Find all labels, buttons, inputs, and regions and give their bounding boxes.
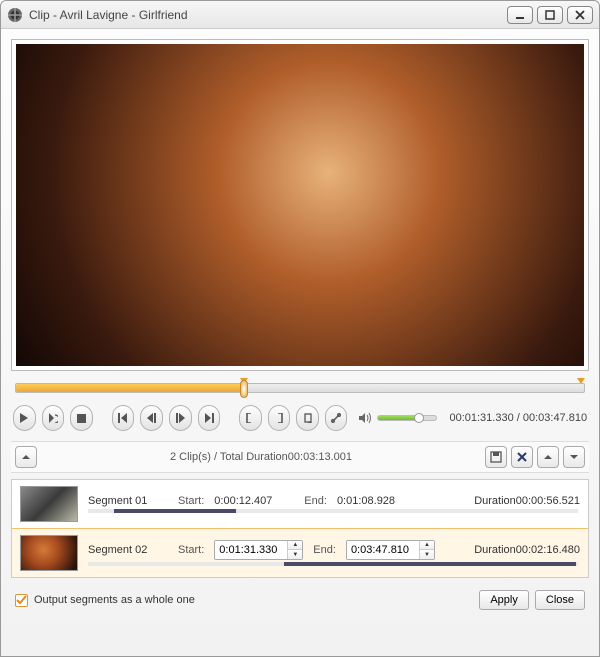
step-forward-button[interactable]	[169, 405, 192, 431]
stop-button[interactable]	[70, 405, 93, 431]
next-button[interactable]	[198, 405, 221, 431]
segment-thumbnail	[20, 535, 78, 571]
scrubber-track[interactable]	[15, 383, 585, 393]
segment-thumbnail	[20, 486, 78, 522]
replay-button[interactable]	[42, 405, 65, 431]
segment-name: Segment 01	[88, 495, 168, 507]
time-spinner[interactable]: ▲▼	[214, 540, 303, 560]
mark-out-indicator[interactable]	[577, 378, 585, 384]
end-label: End:	[304, 495, 327, 507]
collapse-button[interactable]	[15, 446, 37, 468]
window-controls	[507, 6, 593, 24]
prev-button[interactable]	[112, 405, 135, 431]
duration-value: Duration00:00:56.521	[474, 495, 580, 507]
time-input[interactable]	[215, 541, 287, 559]
step-back-button[interactable]	[140, 405, 163, 431]
time-value: 0:00:12.407	[214, 495, 294, 507]
play-button[interactable]	[13, 405, 36, 431]
time-value: 0:01:08.928	[337, 495, 417, 507]
volume-slider[interactable]	[377, 415, 437, 421]
video-placeholder-icon	[16, 44, 584, 366]
bracket-in-button[interactable]	[239, 405, 262, 431]
save-segments-button[interactable]	[485, 446, 507, 468]
segments-list: Segment 01 Start: 0:00:12.407 End: 0:01:08.9…	[11, 479, 589, 578]
playhead[interactable]	[240, 380, 248, 398]
spin-down-icon[interactable]: ▼	[288, 550, 302, 559]
bracket-out-button[interactable]	[268, 405, 291, 431]
maximize-button[interactable]	[537, 6, 563, 24]
start-label: Start:	[178, 544, 204, 556]
summary-text: 2 Clip(s) / Total Duration00:03:13.001	[41, 451, 481, 463]
volume-fill	[378, 416, 419, 420]
clip-window: Clip - Avril Lavigne - Girlfriend	[0, 0, 600, 657]
apply-button[interactable]: Apply	[479, 590, 529, 610]
app-icon	[7, 7, 23, 23]
scrubber-container	[11, 377, 589, 395]
segment-name: Segment 02	[88, 544, 168, 556]
window-title: Clip - Avril Lavigne - Girlfriend	[29, 8, 507, 22]
delete-segment-button[interactable]	[511, 446, 533, 468]
time-input[interactable]	[347, 541, 419, 559]
speaker-icon[interactable]	[359, 412, 373, 424]
volume-control	[359, 412, 437, 424]
cut-button[interactable]	[325, 405, 348, 431]
close-footer-button[interactable]: Close	[535, 590, 585, 610]
segment-row[interactable]: Segment 01 Start: 0:00:12.407 End: 0:01:08.9…	[12, 480, 588, 529]
time-spinner[interactable]: ▲▼	[346, 540, 435, 560]
summary-row: 2 Clip(s) / Total Duration00:03:13.001	[11, 441, 589, 473]
volume-thumb[interactable]	[414, 413, 424, 423]
video-frame	[11, 39, 589, 371]
segment-progress	[88, 562, 578, 566]
content-area: 00:01:31.330 / 00:03:47.810 2 Clip(s) / …	[1, 29, 599, 656]
close-button[interactable]	[567, 6, 593, 24]
add-segment-button[interactable]	[296, 405, 319, 431]
footer: Output segments as a whole one Apply Clo…	[11, 584, 589, 614]
minimize-button[interactable]	[507, 6, 533, 24]
output-whole-checkbox[interactable]	[15, 594, 28, 607]
output-whole-label: Output segments as a whole one	[34, 594, 195, 606]
move-down-button[interactable]	[563, 446, 585, 468]
move-up-button[interactable]	[537, 446, 559, 468]
spin-up-icon[interactable]: ▲	[288, 541, 302, 550]
segment-progress	[88, 509, 578, 513]
start-label: Start:	[178, 495, 204, 507]
segment-row[interactable]: Segment 02Start:▲▼End:▲▼Duration00:02:16…	[11, 528, 589, 578]
time-display: 00:01:31.330 / 00:03:47.810	[443, 412, 587, 424]
video-preview[interactable]	[16, 44, 584, 366]
duration-value: Duration00:02:16.480	[474, 544, 580, 556]
playback-controls: 00:01:31.330 / 00:03:47.810	[11, 401, 589, 435]
titlebar[interactable]: Clip - Avril Lavigne - Girlfriend	[1, 1, 599, 29]
scrubber-fill	[16, 384, 244, 392]
spin-down-icon[interactable]: ▼	[420, 550, 434, 559]
end-label: End:	[313, 544, 336, 556]
spin-up-icon[interactable]: ▲	[420, 541, 434, 550]
